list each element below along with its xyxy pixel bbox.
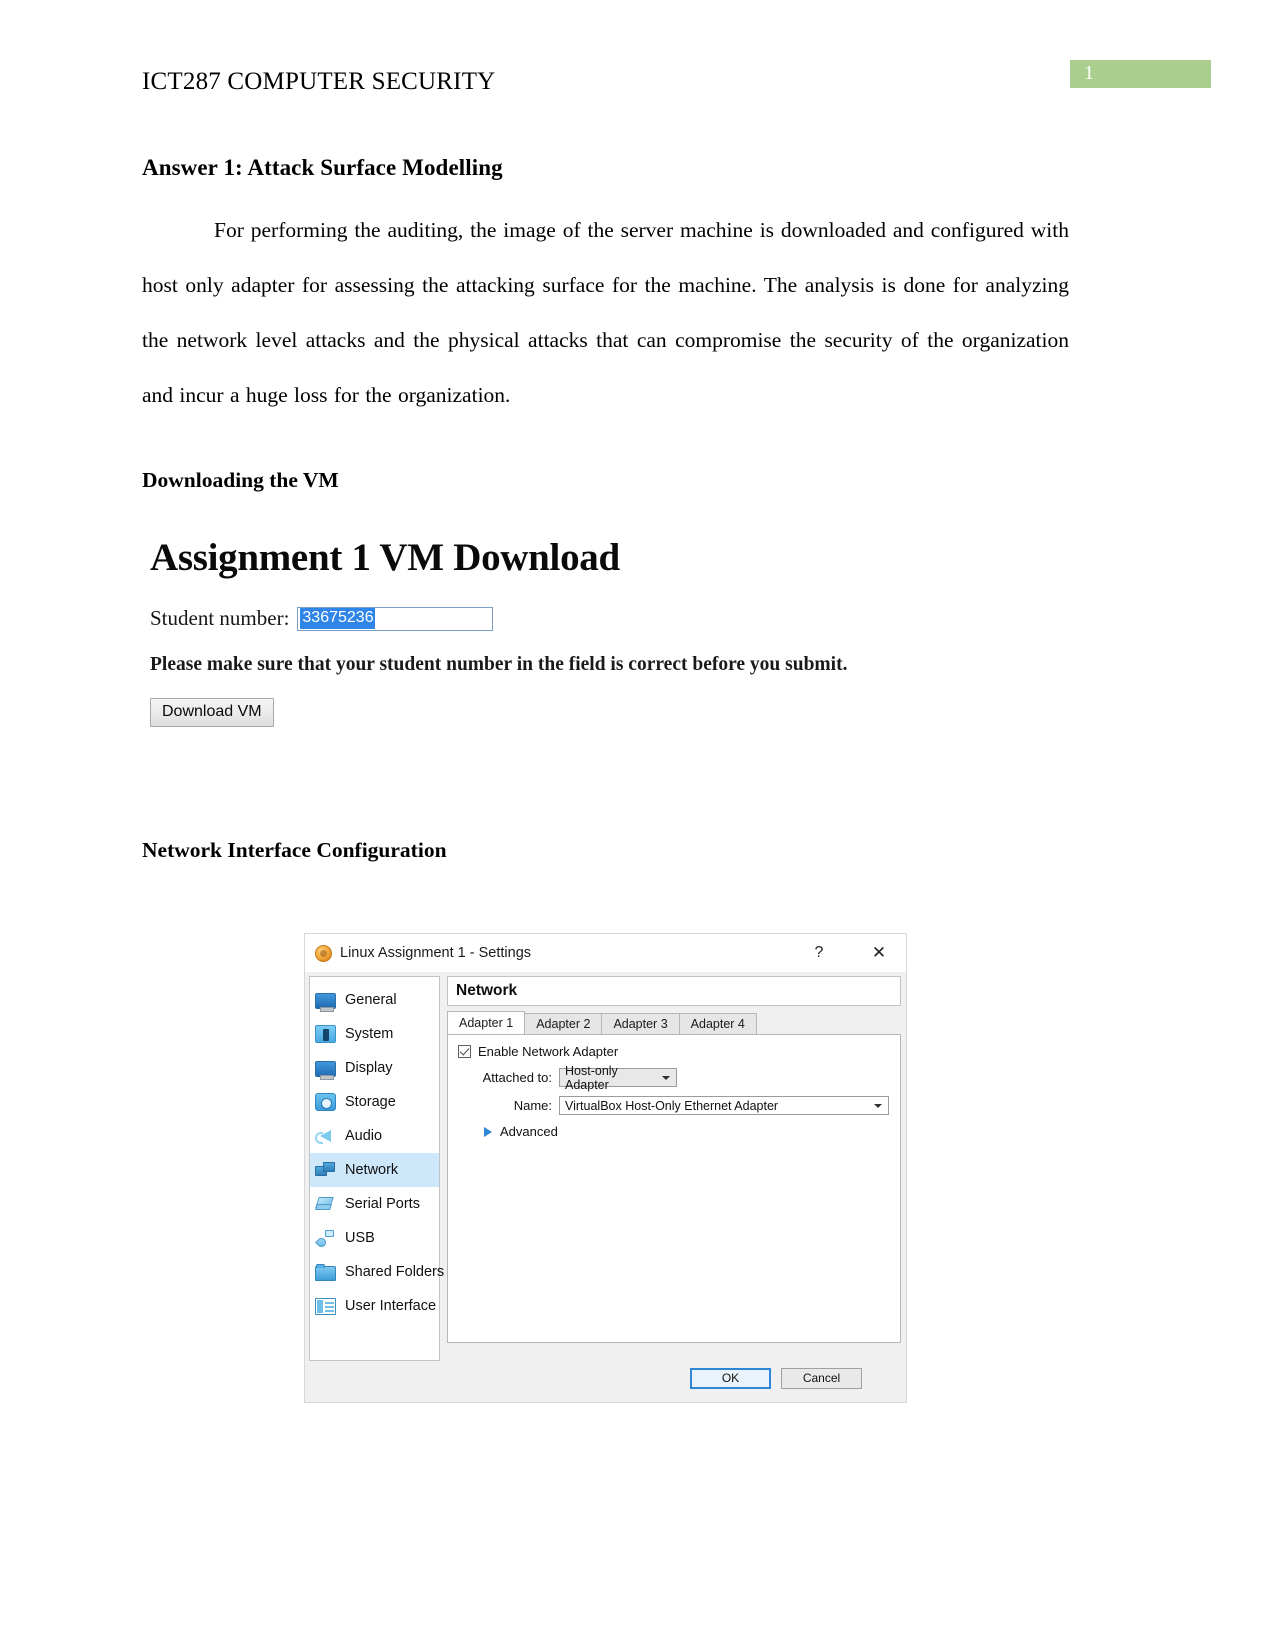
settings-main-pane: Network Adapter 1 Adapter 2 Adapter 3 Ad… [447, 976, 901, 1361]
document-body: Answer 1: Attack Surface Modelling For p… [142, 155, 1069, 493]
virtualbox-app-icon [315, 944, 332, 962]
adapter-tabs: Adapter 1 Adapter 2 Adapter 3 Adapter 4 [447, 1011, 901, 1035]
page-number-badge: 1 [1070, 60, 1211, 88]
pane-title: Network [447, 976, 901, 1006]
help-icon[interactable]: ? [806, 942, 832, 964]
subheading-network-config-wrap: Network Interface Configuration [142, 838, 1069, 863]
sidebar-item-display[interactable]: Display [310, 1051, 439, 1085]
adapter-name-label: Name: [513, 1098, 552, 1113]
chevron-right-icon [484, 1126, 492, 1137]
vm-download-screenshot: Assignment 1 VM Download Student number:… [150, 535, 1080, 727]
monitor-icon [315, 992, 336, 1012]
sidebar-item-user-interface[interactable]: User Interface [310, 1289, 439, 1323]
chevron-down-icon [662, 1075, 670, 1080]
sidebar-item-storage[interactable]: Storage [310, 1085, 439, 1119]
subheading-downloading-vm: Downloading the VM [142, 468, 339, 492]
adapter-name-row: Name: VirtualBox Host-Only Ethernet Adap… [458, 1096, 890, 1115]
tab-adapter-1[interactable]: Adapter 1 [447, 1011, 526, 1034]
advanced-expander[interactable]: Advanced [484, 1124, 890, 1139]
student-number-input[interactable]: 33675236 [297, 606, 494, 631]
ok-button[interactable]: OK [690, 1368, 771, 1389]
adapter-name-value: VirtualBox Host-Only Ethernet Adapter [565, 1098, 779, 1113]
sidebar-item-audio[interactable]: Audio [310, 1119, 439, 1153]
dialog-titlebar: Linux Assignment 1 - Settings ? ✕ [305, 934, 906, 972]
page-number-text: 1 [1084, 62, 1094, 84]
attached-to-row: Attached to: Host-only Adapter [458, 1064, 890, 1092]
tab-adapter-4[interactable]: Adapter 4 [678, 1013, 757, 1034]
sidebar-item-label: Audio [345, 1128, 383, 1144]
sidebar-item-label: User Interface [345, 1298, 437, 1314]
virtualbox-settings-dialog: Linux Assignment 1 - Settings ? ✕ Genera… [304, 933, 907, 1403]
network-icon [315, 1161, 336, 1180]
intro-paragraph: For performing the auditing, the image o… [142, 218, 1069, 407]
adapter-1-panel: Enable Network Adapter Attached to: Host… [447, 1035, 901, 1343]
student-number-value: 33675236 [300, 608, 375, 629]
student-number-label: Student number: [150, 606, 290, 630]
user-interface-icon [315, 1297, 336, 1315]
dialog-body: General System Display Storage Audio Net… [305, 972, 906, 1364]
enable-network-adapter-row[interactable]: Enable Network Adapter [458, 1044, 890, 1059]
chip-icon [315, 1025, 336, 1043]
student-number-warning: Please make sure that your student numbe… [150, 654, 848, 675]
student-number-row: Student number: 33675236 [150, 606, 1080, 631]
sidebar-item-label: Network [345, 1162, 399, 1178]
subheading-network-interface-configuration: Network Interface Configuration [142, 838, 447, 862]
tab-adapter-2[interactable]: Adapter 2 [524, 1013, 603, 1034]
disk-icon [315, 1093, 336, 1111]
dialog-footer: OK Cancel [305, 1362, 906, 1402]
page-header: ICT287 COMPUTER SECURITY 1 [0, 60, 1275, 110]
attached-to-label: Attached to: [482, 1070, 552, 1085]
close-icon[interactable]: ✕ [866, 942, 892, 964]
settings-category-list: General System Display Storage Audio Net… [309, 976, 444, 1361]
folder-icon [315, 1263, 336, 1281]
document-header-title: ICT287 COMPUTER SECURITY [142, 68, 496, 95]
sidebar-item-label: Shared Folders [345, 1264, 445, 1280]
sidebar-item-serial-ports[interactable]: Serial Ports [310, 1187, 439, 1221]
sidebar-item-usb[interactable]: USB [310, 1221, 439, 1255]
page-title: Answer 1: Attack Surface Modelling [142, 155, 503, 180]
chevron-down-icon [874, 1103, 882, 1108]
download-vm-button[interactable]: Download VM [150, 698, 274, 727]
sidebar-item-label: Serial Ports [345, 1196, 420, 1212]
attached-to-value: Host-only Adapter [565, 1063, 618, 1092]
sidebar-item-shared-folders[interactable]: Shared Folders [310, 1255, 444, 1289]
sidebar-item-system[interactable]: System [310, 1017, 439, 1051]
monitor-icon [315, 1060, 336, 1080]
enable-network-adapter-checkbox[interactable] [458, 1045, 471, 1058]
tab-adapter-3[interactable]: Adapter 3 [601, 1013, 680, 1034]
attached-to-dropdown[interactable]: Host-only Adapter [559, 1064, 677, 1092]
speaker-icon [315, 1127, 336, 1145]
sidebar-item-label: Storage [345, 1094, 396, 1110]
enable-network-adapter-label: Enable Network Adapter [478, 1044, 619, 1059]
vm-download-title: Assignment 1 VM Download [150, 536, 620, 579]
sidebar-item-label: General [345, 992, 397, 1008]
sidebar-item-network[interactable]: Network [310, 1153, 439, 1187]
cancel-button[interactable]: Cancel [781, 1368, 862, 1389]
adapter-name-dropdown[interactable]: VirtualBox Host-Only Ethernet Adapter [559, 1096, 889, 1115]
sidebar-item-label: System [345, 1026, 394, 1042]
serial-port-icon [315, 1195, 336, 1214]
sidebar-item-general[interactable]: General [310, 983, 439, 1017]
advanced-label: Advanced [500, 1124, 558, 1139]
sidebar-item-label: USB [345, 1230, 375, 1246]
usb-icon [315, 1229, 336, 1248]
dialog-title: Linux Assignment 1 - Settings [340, 945, 532, 961]
sidebar-item-label: Display [345, 1060, 393, 1076]
